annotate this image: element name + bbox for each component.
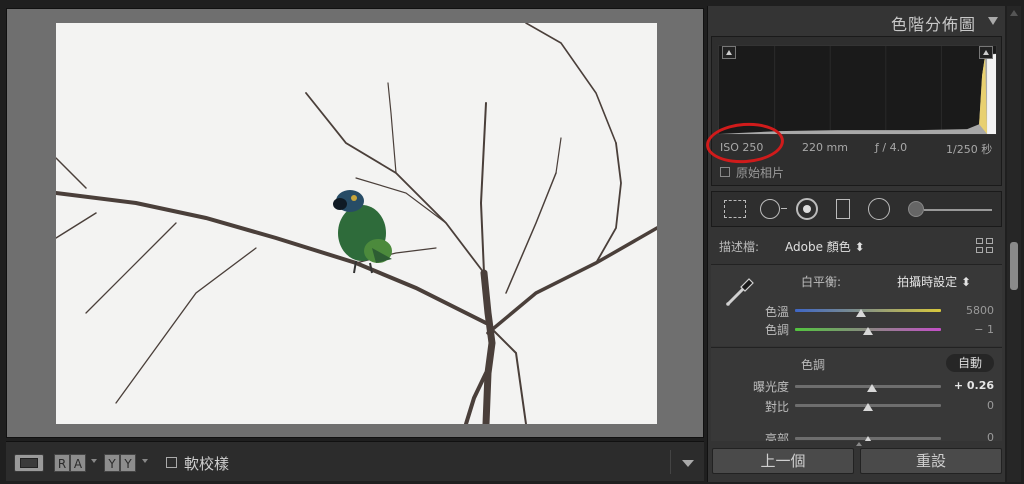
chevron-down-icon[interactable] [142,459,148,463]
bird-on-branch-image [56,23,657,424]
contrast-value[interactable]: 0 [987,399,994,412]
profile-row: 描述檔: Adobe 顏色 ⬍ [711,234,1002,260]
red-eye-icon[interactable] [796,198,818,220]
toolbar-menu-chevron-icon[interactable] [682,460,694,467]
panel-title: 色階分佈圖 [890,15,976,34]
scroll-up-icon[interactable] [1010,8,1018,16]
panel-scrollbar[interactable] [1007,6,1021,482]
profile-browser-grid-icon[interactable] [976,238,994,254]
develop-right-panel: 色階分佈圖 ISO 250 220 mm ƒ / 4.0 1/250 秒 原始相… [707,6,1005,482]
original-photo-checkbox[interactable] [720,167,730,177]
tone-section: 色調 自動 曝光度 + 0.26 對比 0 亮部 0 [711,347,1002,441]
softproof-label: 軟校樣 [184,455,230,473]
contrast-slider-thumb[interactable] [863,403,873,411]
adjustment-brush-icon[interactable] [908,201,924,217]
image-viewer[interactable] [6,8,704,438]
profile-label: 描述檔: [719,240,760,254]
histogram-panel: ISO 250 220 mm ƒ / 4.0 1/250 秒 原始相片 [711,36,1002,186]
collapse-triangle-icon[interactable] [988,17,998,25]
temp-slider-thumb[interactable] [855,309,866,317]
toolbar-divider [670,450,671,474]
exposure-slider-thumb[interactable] [867,384,878,392]
temp-slider-track[interactable] [795,309,941,312]
exif-shutter: 1/250 秒 [946,143,993,156]
exif-focal-length: 220 mm [802,141,848,154]
loupe-view-button[interactable] [14,454,44,472]
tool-strip [711,191,1002,227]
highlights-value[interactable]: 0 [987,431,994,441]
before-after-letter: Y [120,454,136,472]
before-after-letter: R [54,454,70,472]
before-after-top-bottom-button[interactable]: Y Y [104,454,136,472]
spot-removal-arrow-icon [781,208,787,209]
reset-button[interactable]: 重設 [860,448,1002,474]
white-balance-label: 白平衡: [800,275,841,289]
scrollbar-thumb[interactable] [1010,242,1018,290]
before-after-left-right-button[interactable]: R A [54,454,86,472]
highlights-label: 亮部 [764,432,789,441]
tint-slider-thumb[interactable] [863,327,873,335]
highlights-slider-thumb[interactable] [863,436,873,441]
previous-button[interactable]: 上一個 [712,448,854,474]
contrast-label: 對比 [764,400,789,414]
white-balance-select[interactable]: 拍攝時設定 ⬍ [891,273,971,290]
histogram-header[interactable]: 色階分佈圖 [708,6,1006,36]
histogram-curve [719,46,996,134]
exposure-label: 曝光度 [752,380,789,394]
original-photo-label: 原始相片 [736,166,785,180]
adjustment-brush-slider[interactable] [924,209,992,211]
chevron-down-icon[interactable] [91,459,97,463]
spot-removal-icon[interactable] [760,199,780,219]
crop-tool-icon[interactable] [724,200,746,218]
shadow-clipping-toggle[interactable] [722,46,736,59]
before-after-letter: A [70,454,86,472]
tint-label: 色調 [764,323,789,337]
auto-tone-button[interactable]: 自動 [946,354,994,372]
white-balance-section: 白平衡: 拍攝時設定 ⬍ 色溫 5800 色調 − 1 [711,264,1002,346]
temp-label: 色溫 [764,305,789,319]
temp-value[interactable]: 5800 [966,304,994,317]
tone-label: 色調 [800,358,825,372]
highlight-clipping-toggle[interactable] [979,46,993,59]
graduated-filter-icon[interactable] [836,199,850,219]
before-after-letter: Y [104,454,120,472]
exposure-value[interactable]: + 0.26 [954,379,994,392]
radial-filter-icon[interactable] [868,198,890,220]
bottom-toolbar: R A Y Y 軟校樣 [6,441,704,481]
exif-aperture: ƒ / 4.0 [875,141,908,154]
tint-value[interactable]: − 1 [974,323,994,336]
panel-scroll-indicator-icon [856,442,862,446]
histogram-graph[interactable] [718,45,997,135]
softproof-checkbox[interactable] [166,457,177,468]
photo-preview[interactable] [56,23,657,424]
profile-select[interactable]: Adobe 顏色 ⬍ [785,238,865,255]
